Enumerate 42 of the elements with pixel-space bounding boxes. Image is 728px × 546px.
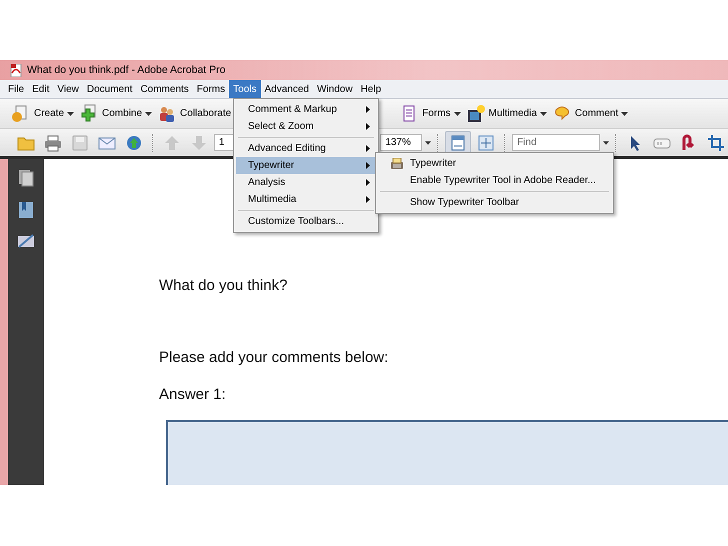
zoom-field[interactable]: 137%	[380, 134, 422, 151]
menu-item[interactable]: Multimedia	[236, 191, 376, 208]
menu-item[interactable]: Document	[82, 80, 136, 98]
pdf-file-icon	[10, 64, 22, 76]
menu-item[interactable]: File	[4, 80, 28, 98]
document-text: What do you think?	[159, 277, 288, 294]
menu-item[interactable]: Comments	[136, 80, 193, 98]
toolbar-button[interactable]: Collaborate	[156, 102, 232, 126]
menu-item[interactable]: Tools	[229, 80, 260, 98]
menu-item[interactable]: Help	[356, 80, 386, 98]
toolbar-button[interactable]: Comment	[550, 102, 630, 126]
film-icon	[466, 104, 486, 124]
toolbar-button[interactable]: Forms	[398, 102, 462, 126]
document-text: Answer 1:	[159, 386, 227, 403]
bookmark-icon	[18, 201, 34, 219]
signature-icon	[17, 233, 35, 249]
menu-item[interactable]: Forms	[192, 80, 230, 98]
menu-item[interactable]: Advanced	[260, 80, 313, 98]
toolbar-button[interactable]: Combine	[78, 102, 154, 126]
caret-icon	[425, 140, 432, 144]
document-text: Please add your comments below:	[159, 349, 390, 366]
answer-field[interactable]	[166, 420, 728, 485]
menu-item[interactable]: Customize Toolbars...	[236, 213, 376, 230]
menu-item[interactable]: Analysis	[236, 174, 376, 191]
menu-item[interactable]: Typewriter	[236, 157, 376, 174]
caret-icon	[603, 140, 610, 144]
fit-page-icon[interactable]	[445, 130, 472, 154]
toolbar-button[interactable]: Multimedia	[464, 102, 548, 126]
menu-item[interactable]: Select & Zoom	[236, 118, 376, 135]
window-title: What do you think.pdf - Adobe Acrobat Pro	[27, 64, 226, 76]
typewriter-icon	[390, 158, 404, 169]
menu-item[interactable]: Comment & Markup	[236, 101, 376, 118]
pages-icon	[18, 169, 34, 187]
menu-item[interactable]: Show Typewriter Toolbar	[378, 194, 611, 211]
toolbar-button[interactable]: Create	[10, 102, 76, 126]
menu-item[interactable]: Enable Typewriter Tool in Adobe Reader...	[378, 172, 611, 189]
menu-item[interactable]: Advanced Editing	[236, 140, 376, 157]
menu-item[interactable]: View	[53, 80, 83, 98]
menu-item[interactable]: Typewriter	[378, 155, 611, 172]
find-field[interactable]: Find	[512, 134, 600, 151]
menu-item[interactable]: Window	[312, 80, 357, 98]
menu-item[interactable]: Edit	[28, 80, 54, 98]
